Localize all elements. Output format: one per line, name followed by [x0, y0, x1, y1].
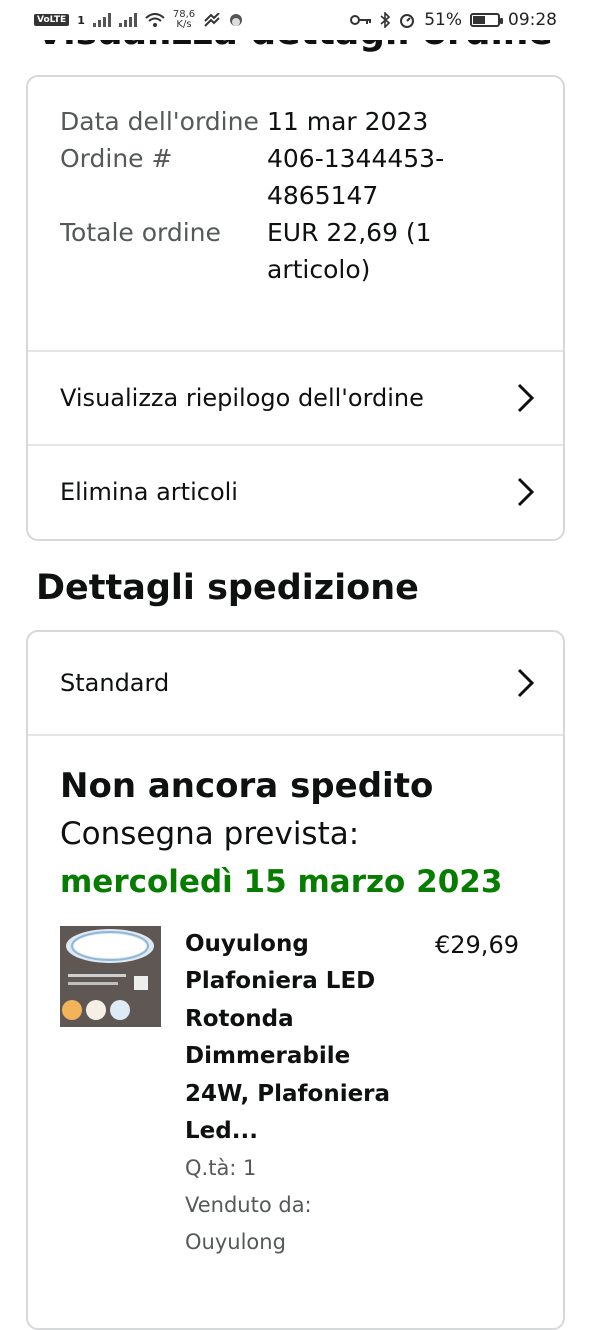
order-total-label: Totale ordine [60, 218, 221, 247]
order-item[interactable]: Ouyulong Plafoniera LED Rotonda Dimmerab… [60, 926, 531, 1261]
app-notification-icon [230, 14, 243, 26]
order-number-row: Ordine # 406-1344453-4865147 [60, 140, 531, 214]
status-bar: VoLTE 1 78,6 K/s 51% 09:28 [0, 0, 591, 40]
shipping-method-link[interactable]: Standard [28, 632, 563, 734]
order-details-card: Data dell'ordine 11 mar 2023 Ordine # 40… [26, 75, 565, 541]
signal-icon [92, 13, 111, 27]
delivery-label: Consegna prevista: [60, 816, 360, 852]
delivery-date: mercoledì 15 marzo 2023 [60, 864, 503, 900]
signal-icon-2 [118, 13, 137, 27]
shipping-section-title: Dettagli spedizione [36, 568, 419, 608]
shipment-block: Non ancora spedito Consegna prevista: me… [28, 734, 563, 1261]
order-date-label: Data dell'ordine [60, 107, 259, 136]
order-date-value: 11 mar 2023 [267, 107, 429, 136]
view-order-summary-link[interactable]: Visualizza riepilogo dell'ordine [28, 350, 563, 444]
product-image[interactable] [60, 926, 161, 1027]
order-info: Data dell'ordine 11 mar 2023 Ordine # 40… [28, 77, 563, 350]
sim-indicator: 1 [77, 13, 85, 27]
item-price: €29,69 [435, 931, 519, 959]
battery-percent: 51% [424, 10, 462, 30]
chevron-right-icon [517, 668, 535, 698]
order-number-value: 406-1344453-4865147 [267, 144, 445, 210]
order-total-value: EUR 22,69 (1 articolo) [267, 218, 432, 284]
volte-badge: VoLTE [34, 14, 70, 26]
item-title[interactable]: Ouyulong Plafoniera LED Rotonda Dimmerab… [185, 926, 415, 1150]
ceiling-light-product-image [60, 926, 161, 1027]
bluetooth-icon [380, 12, 391, 28]
order-number-label: Ordine # [60, 144, 173, 173]
chevron-right-icon [517, 383, 535, 413]
delete-items-link[interactable]: Elimina articoli [28, 444, 563, 538]
order-date-row: Data dell'ordine 11 mar 2023 [60, 103, 531, 140]
item-quantity: Q.tà: 1 [185, 1156, 257, 1181]
shipment-status: Non ancora spedito [60, 766, 434, 806]
battery-icon [470, 13, 503, 27]
shipping-method-label: Standard [60, 669, 170, 697]
wifi-icon [145, 13, 165, 27]
clock: 09:28 [508, 10, 557, 30]
item-seller: Venduto da: Ouyulong [185, 1193, 312, 1255]
key-icon [350, 15, 372, 25]
shipping-card: Standard Non ancora spedito Consegna pre… [26, 630, 565, 1330]
delete-items-label: Elimina articoli [60, 478, 238, 506]
chevron-right-icon [517, 477, 535, 507]
vpn-icon [204, 13, 220, 27]
status-left: VoLTE 1 78,6 K/s [34, 10, 243, 30]
network-speed: 78,6 K/s [172, 9, 196, 30]
alarm-icon [400, 14, 415, 28]
item-info: Ouyulong Plafoniera LED Rotonda Dimmerab… [185, 926, 415, 1261]
view-order-summary-label: Visualizza riepilogo dell'ordine [60, 384, 424, 412]
status-right: 51% 09:28 [350, 10, 557, 30]
shipment-info: Non ancora spedito Consegna prevista: me… [28, 736, 563, 1261]
order-total-row: Totale ordine EUR 22,69 (1 articolo) [60, 214, 531, 288]
